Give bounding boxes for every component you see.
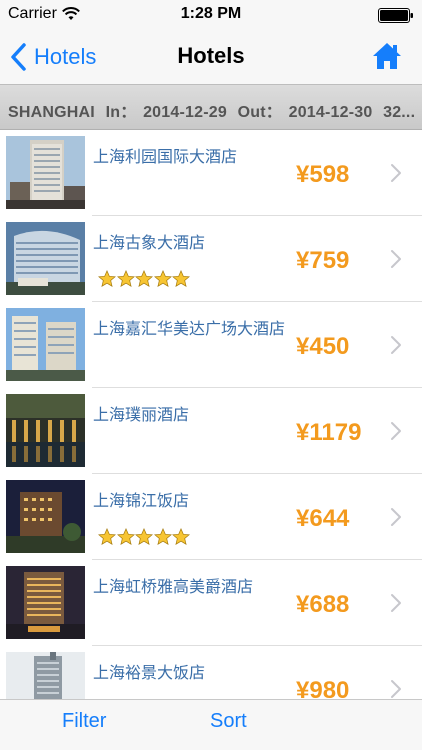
- hotel-row[interactable]: 上海璞丽酒店 ¥1179: [0, 388, 422, 474]
- navigation-bar: Hotels Hotels: [0, 30, 422, 84]
- filter-button[interactable]: Filter: [62, 710, 106, 733]
- hotel-photo: [6, 652, 85, 699]
- star-icon: [172, 528, 190, 545]
- star-icon: [116, 528, 135, 545]
- chevron-right-icon: [391, 422, 401, 440]
- hotel-price: ¥1179: [296, 419, 362, 446]
- chevron-right-icon: [391, 594, 401, 612]
- hotel-price: ¥598: [296, 161, 350, 188]
- status-bar: Carrier 1:28 PM: [0, 0, 422, 30]
- chevron-right-icon: [391, 250, 401, 268]
- chevron-right-icon: [391, 508, 401, 526]
- chevron-right-icon: [391, 336, 401, 354]
- check-out-date: 2014-12-30: [288, 104, 373, 121]
- hotel-row[interactable]: 上海裕景大饭店 ¥980: [0, 646, 422, 699]
- hotel-row[interactable]: 上海古象大酒店 ¥759: [0, 216, 422, 302]
- star-icon: [153, 270, 172, 287]
- hotel-row[interactable]: 上海虹桥雅高美爵酒店 ¥688: [0, 560, 422, 646]
- star-icon: [116, 270, 135, 287]
- hotel-name: 上海锦江饭店: [93, 493, 190, 510]
- hotel-photo: [6, 308, 85, 381]
- hotel-name: 上海虹桥雅高美爵酒店: [93, 579, 254, 596]
- hotel-photo: [6, 566, 85, 639]
- hotel-photo: [6, 222, 85, 295]
- hotel-list[interactable]: 上海利园国际大酒店 ¥598 上海古象大酒店 ¥759 上海嘉汇华美达广场大酒店…: [0, 130, 422, 699]
- chevron-right-icon: [391, 680, 401, 698]
- page-title: Hotels: [177, 43, 245, 68]
- sort-button[interactable]: Sort: [210, 710, 247, 733]
- hotel-price: ¥688: [296, 591, 350, 618]
- hotel-row[interactable]: 上海嘉汇华美达广场大酒店 ¥450: [0, 302, 422, 388]
- star-rating: [98, 528, 191, 546]
- hotel-row[interactable]: 上海利园国际大酒店 ¥598: [0, 130, 422, 216]
- star-icon: [135, 270, 153, 287]
- hotel-price: ¥759: [296, 247, 350, 274]
- hotel-photo: [6, 136, 85, 209]
- hotel-price: ¥644: [296, 505, 350, 532]
- filter-extra: 32...: [383, 104, 416, 121]
- hotel-price: ¥450: [296, 333, 350, 360]
- hotel-name: 上海嘉汇华美达广场大酒店: [93, 321, 286, 338]
- hotel-name: 上海古象大酒店: [93, 235, 206, 252]
- bottom-toolbar: Filter Sort: [0, 699, 422, 750]
- hotel-name: 上海利园国际大酒店: [93, 149, 238, 166]
- hotel-row[interactable]: 上海锦江饭店 ¥644: [0, 474, 422, 560]
- hotel-photo: [6, 480, 85, 553]
- hotel-name: 上海裕景大饭店: [93, 665, 206, 682]
- check-in-label: In：: [105, 104, 137, 121]
- hotel-price: ¥980: [296, 677, 350, 699]
- star-rating: [98, 270, 191, 288]
- home-icon[interactable]: [372, 42, 402, 70]
- city-label: SHANGHAI: [8, 104, 95, 121]
- battery-icon: [378, 8, 413, 23]
- check-in-date: 2014-12-29: [143, 104, 227, 121]
- star-icon: [98, 528, 116, 545]
- hotel-name: 上海璞丽酒店: [93, 407, 190, 424]
- star-icon: [135, 528, 153, 545]
- search-summary-bar: SHANGHAI In： 2014-12-29 Out： 2014-12-30 …: [0, 84, 422, 130]
- star-icon: [153, 528, 172, 545]
- clock-label: 1:28 PM: [180, 5, 242, 22]
- star-icon: [172, 270, 190, 287]
- chevron-right-icon: [391, 164, 401, 182]
- hotel-photo: [6, 394, 85, 467]
- star-icon: [98, 270, 116, 287]
- check-out-label: Out：: [237, 104, 282, 121]
